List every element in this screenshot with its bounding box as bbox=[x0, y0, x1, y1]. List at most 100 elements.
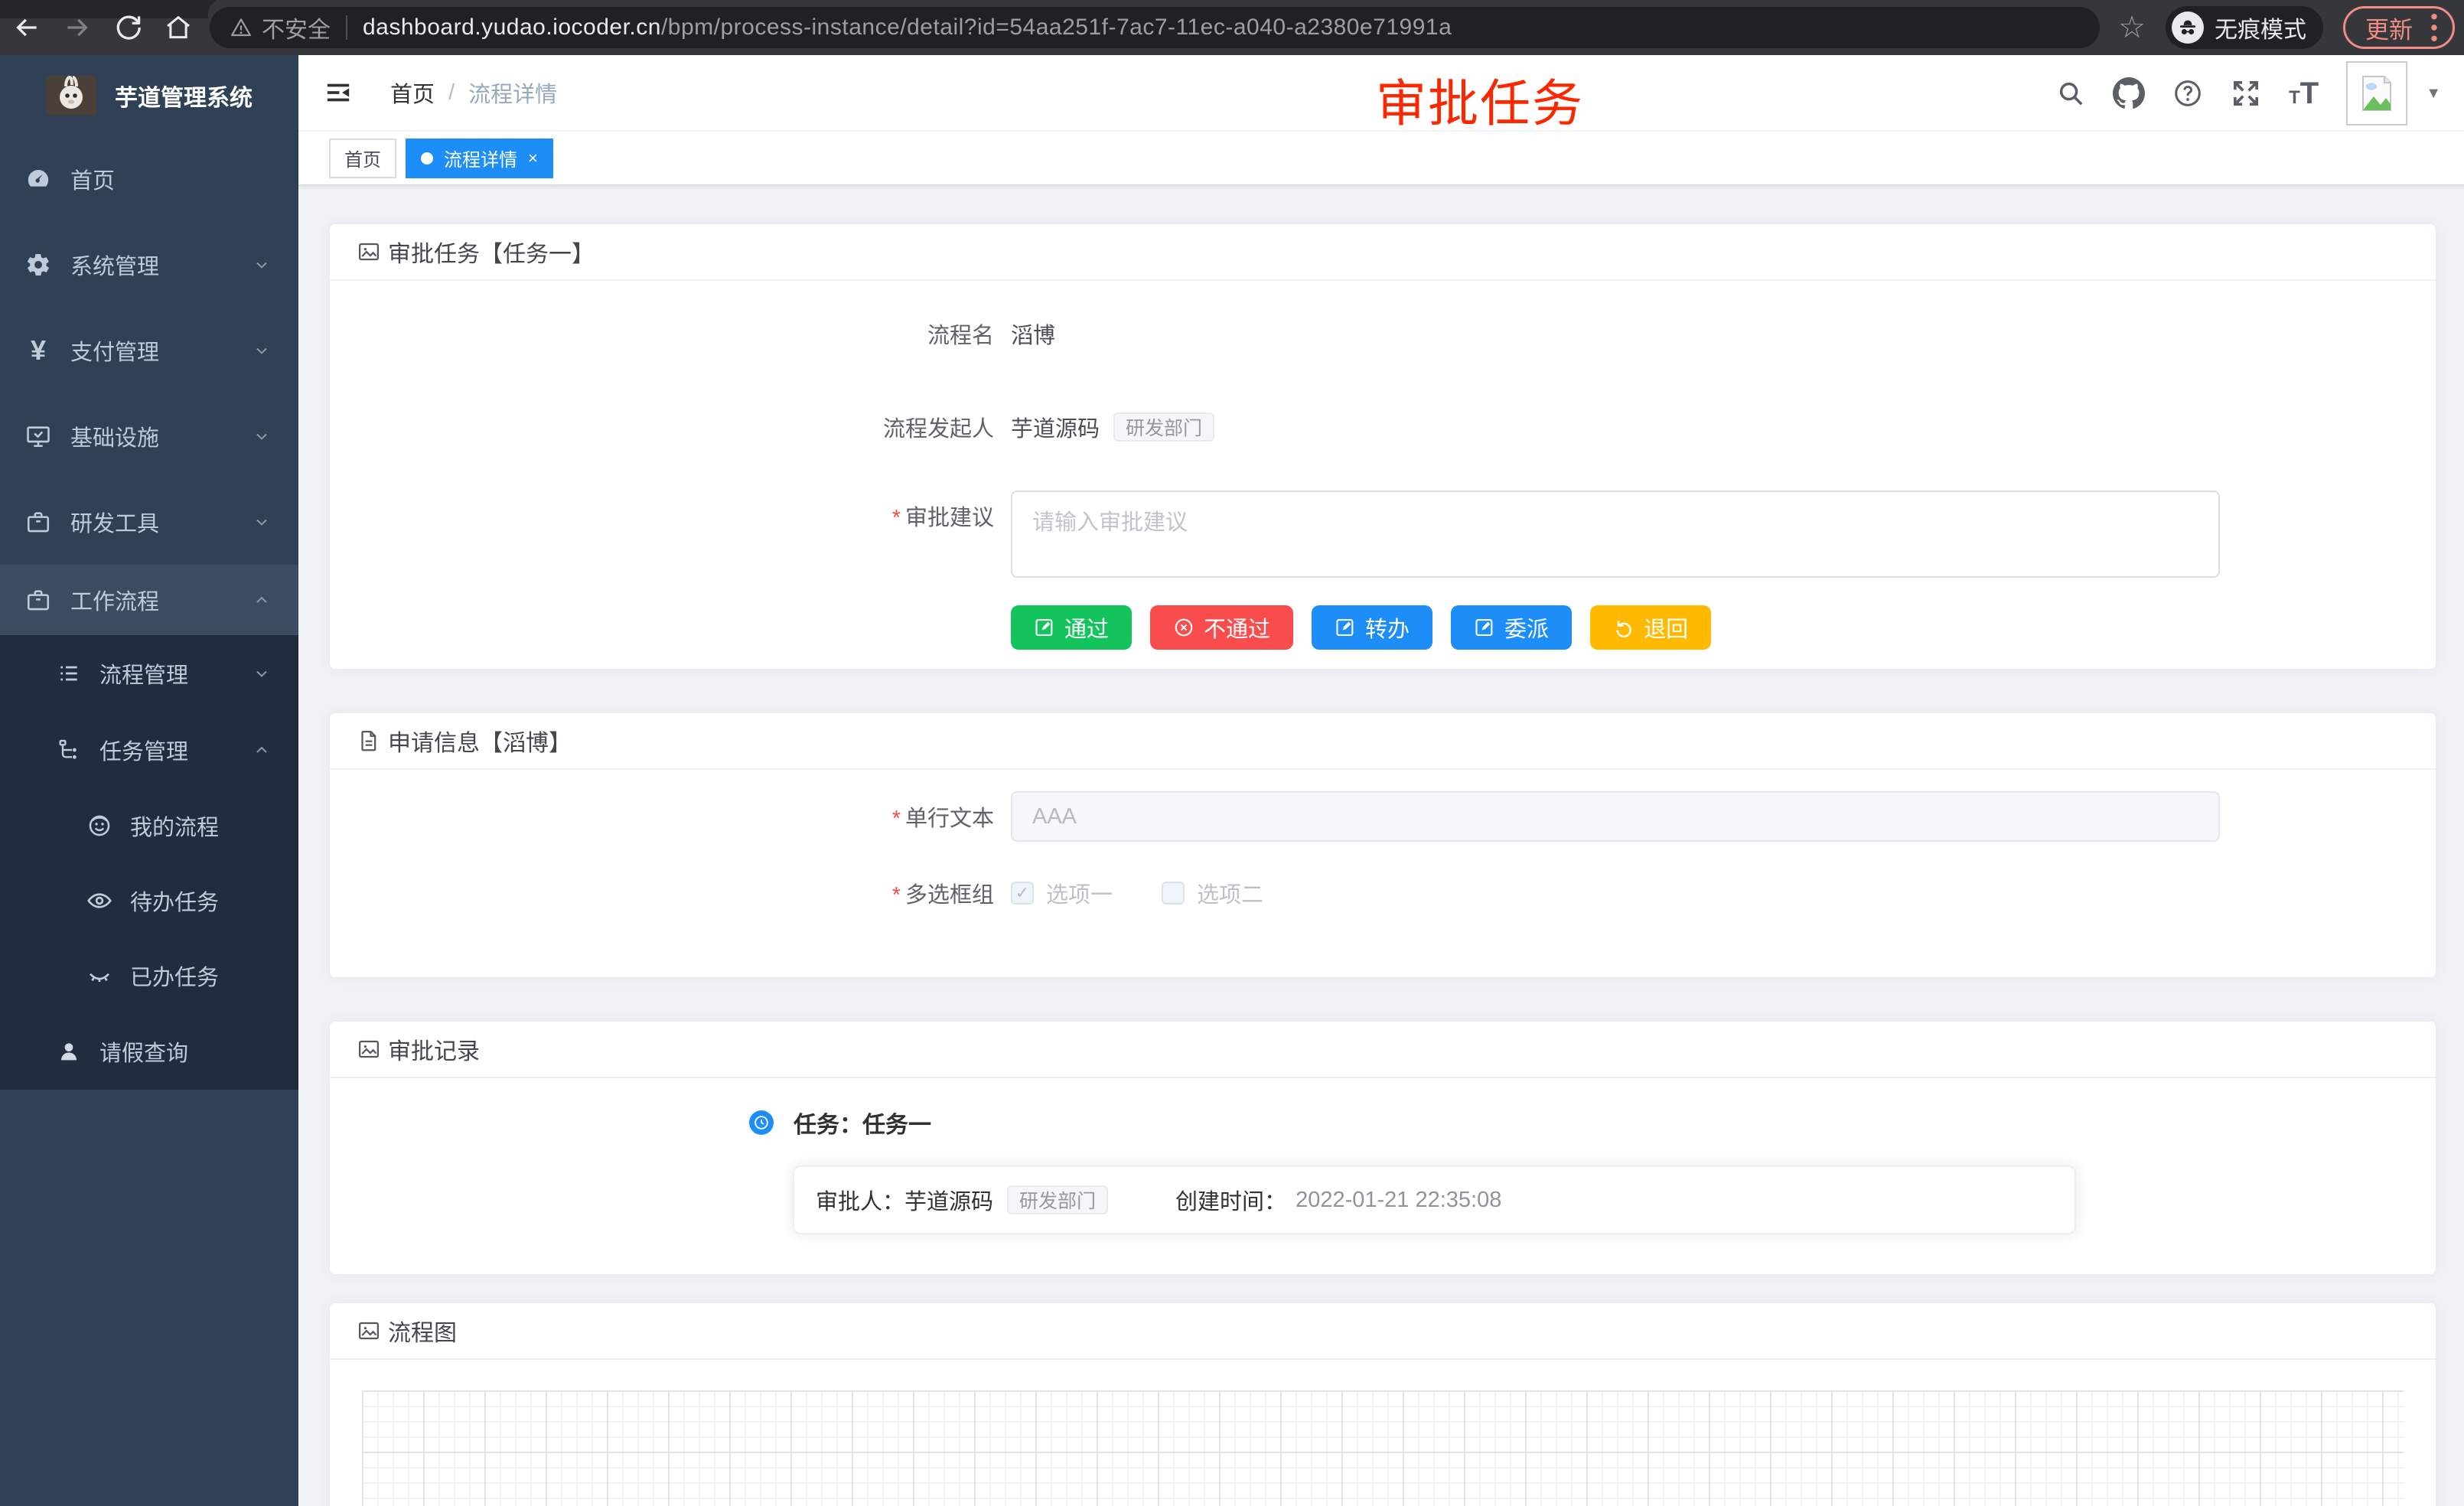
breadcrumb-home[interactable]: 首页 bbox=[390, 77, 435, 109]
chevron-down-icon bbox=[253, 341, 271, 360]
browser-address-bar[interactable]: 不安全 dashboard.yudao.iocoder.cn/bpm/proce… bbox=[210, 7, 2100, 48]
sidebar-item-label: 系统管理 bbox=[70, 249, 159, 281]
transfer-button[interactable]: 转办 bbox=[1312, 605, 1432, 650]
approve-task-card: 审批任务【任务一】 流程名 滔博 流程发起人 芋道源码 研发部门 bbox=[329, 223, 2436, 670]
browser-update-button[interactable]: 更新 bbox=[2343, 6, 2455, 49]
approval-record-card: 审批记录 任务：任务一 审批人： 芋道源码 研发部门 bbox=[329, 1021, 2436, 1275]
checkbox-option-1[interactable]: ✓ 选项一 bbox=[1011, 877, 1113, 909]
sidebar-item-task-mgmt[interactable]: 任务管理 bbox=[0, 712, 298, 788]
document-icon bbox=[357, 729, 380, 752]
browser-back-button[interactable] bbox=[11, 11, 43, 44]
card-title: 申请信息【滔博】 bbox=[388, 724, 572, 758]
created-time-value: 2022-01-21 22:35:08 bbox=[1296, 1188, 1501, 1213]
eye-open-icon bbox=[86, 887, 113, 914]
sidebar-item-label: 已办任务 bbox=[130, 960, 219, 992]
process-name-value: 滔博 bbox=[1011, 318, 1055, 350]
initiator-label: 流程发起人 bbox=[330, 411, 1011, 443]
monitor-icon bbox=[24, 423, 52, 449]
avatar-caret-icon[interactable]: ▼ bbox=[2426, 85, 2441, 103]
toolbox-icon bbox=[24, 509, 52, 535]
suggest-textarea[interactable] bbox=[1011, 491, 2220, 578]
avatar[interactable] bbox=[2346, 61, 2407, 126]
user-icon bbox=[55, 1039, 83, 1064]
breadcrumb: 首页 / 流程详情 bbox=[390, 77, 557, 109]
browser-menu-icon[interactable] bbox=[2430, 12, 2439, 43]
checkbox-option-2[interactable]: 选项二 bbox=[1162, 877, 1263, 909]
sidebar-item-todo-tasks[interactable]: 待办任务 bbox=[0, 863, 298, 938]
assignee-label: 审批人： bbox=[816, 1184, 904, 1216]
breadcrumb-current: 流程详情 bbox=[468, 77, 557, 109]
picture-icon bbox=[357, 1038, 380, 1061]
sidebar-item-leave-query[interactable]: 请假查询 bbox=[0, 1013, 298, 1090]
browser-reload-button[interactable] bbox=[112, 11, 144, 44]
card-header: 审批记录 bbox=[330, 1022, 2436, 1078]
chevron-up-icon bbox=[253, 591, 271, 609]
tree-icon bbox=[55, 738, 83, 762]
checkbox-group: ✓ 选项一 选项二 bbox=[1011, 877, 1263, 909]
sidebar-fold-icon[interactable] bbox=[324, 80, 352, 106]
text-field-input[interactable]: AAA bbox=[1011, 791, 2220, 842]
suggest-label: *审批建议 bbox=[330, 491, 1011, 532]
sidebar-item-my-process[interactable]: 我的流程 bbox=[0, 788, 298, 863]
not-secure-icon[interactable] bbox=[230, 16, 253, 39]
apply-info-card: 申请信息【滔博】 *单行文本 AAA *多选框组 ✓ 选项 bbox=[329, 712, 2436, 978]
card-header: 流程图 bbox=[330, 1303, 2436, 1360]
card-header: 审批任务【任务一】 bbox=[330, 224, 2436, 281]
approve-actions: 通过 不通过 转办 委 bbox=[1011, 605, 2436, 650]
tag-close-icon[interactable]: × bbox=[528, 148, 538, 168]
process-diagram-card: 流程图 bbox=[329, 1302, 2436, 1506]
task-title: 任务：任务一 bbox=[794, 1106, 931, 1139]
update-label[interactable]: 更新 bbox=[2365, 11, 2413, 45]
briefcase-icon bbox=[24, 587, 52, 613]
tag-label: 首页 bbox=[344, 145, 381, 171]
checkbox-checked-icon[interactable]: ✓ bbox=[1011, 882, 1034, 905]
app-logo bbox=[46, 76, 96, 116]
sidebar-item-label: 工作流程 bbox=[70, 584, 159, 616]
record-detail-card: 审批人： 芋道源码 研发部门 创建时间： 2022-01-21 22:35:08 bbox=[793, 1165, 2076, 1234]
people-icon bbox=[86, 813, 113, 839]
dashboard-icon bbox=[24, 166, 52, 192]
sidebar-item-done-tasks[interactable]: 已办任务 bbox=[0, 938, 298, 1013]
active-dot bbox=[421, 152, 433, 165]
incognito-label: 无痕模式 bbox=[2215, 11, 2306, 44]
sidebar-item-label: 研发工具 bbox=[70, 506, 159, 538]
help-icon[interactable] bbox=[2172, 78, 2203, 109]
bpmn-canvas[interactable] bbox=[362, 1390, 2404, 1506]
delegate-button[interactable]: 委派 bbox=[1451, 605, 1572, 650]
clock-icon bbox=[749, 1110, 774, 1135]
font-size-icon[interactable]: TT bbox=[2289, 77, 2319, 111]
chevron-down-icon bbox=[253, 427, 271, 445]
return-button[interactable]: 退回 bbox=[1590, 605, 1711, 650]
github-icon[interactable] bbox=[2113, 77, 2145, 109]
url-path: /bpm/process-instance/detail?id=54aa251f… bbox=[661, 15, 1452, 41]
sidebar-item-system[interactable]: 系统管理 bbox=[0, 222, 298, 308]
incognito-icon bbox=[2172, 11, 2204, 44]
initiator-dept-tag: 研发部门 bbox=[1113, 412, 1214, 442]
created-time-label: 创建时间： bbox=[1175, 1184, 1286, 1216]
browser-home-button[interactable] bbox=[162, 11, 194, 44]
reject-button[interactable]: 不通过 bbox=[1150, 605, 1293, 650]
sidebar-item-process-mgmt[interactable]: 流程管理 bbox=[0, 635, 298, 712]
checkbox-unchecked-icon[interactable] bbox=[1162, 882, 1185, 905]
tag-process-detail[interactable]: 流程详情 × bbox=[406, 139, 553, 178]
browser-toolbar: 不安全 dashboard.yudao.iocoder.cn/bpm/proce… bbox=[0, 0, 2464, 55]
not-secure-label[interactable]: 不安全 bbox=[262, 11, 331, 44]
search-icon[interactable] bbox=[2056, 79, 2085, 108]
fullscreen-icon[interactable] bbox=[2231, 78, 2261, 109]
sidebar-item-home[interactable]: 首页 bbox=[0, 136, 298, 222]
yen-icon: ¥ bbox=[24, 334, 52, 367]
browser-forward-button[interactable] bbox=[61, 11, 93, 44]
card-title: 审批任务【任务一】 bbox=[388, 235, 595, 269]
sidebar-item-workflow[interactable]: 工作流程 bbox=[0, 565, 298, 635]
sidebar-item-devtools[interactable]: 研发工具 bbox=[0, 479, 298, 565]
timeline-item: 任务：任务一 bbox=[749, 1106, 2436, 1139]
sidebar-item-payment[interactable]: ¥ 支付管理 bbox=[0, 308, 298, 393]
approve-button[interactable]: 通过 bbox=[1011, 605, 1132, 650]
sidebar-item-label: 我的流程 bbox=[130, 810, 219, 842]
tag-home[interactable]: 首页 bbox=[329, 139, 396, 178]
chevron-down-icon bbox=[253, 256, 271, 274]
bookmark-star-icon[interactable]: ☆ bbox=[2118, 12, 2146, 43]
sidebar-item-infra[interactable]: 基础设施 bbox=[0, 393, 298, 479]
sidebar: 芋道管理系统 首页 系统管理 ¥ 支付管理 bbox=[0, 55, 298, 1506]
app-logo-row[interactable]: 芋道管理系统 bbox=[0, 55, 298, 136]
